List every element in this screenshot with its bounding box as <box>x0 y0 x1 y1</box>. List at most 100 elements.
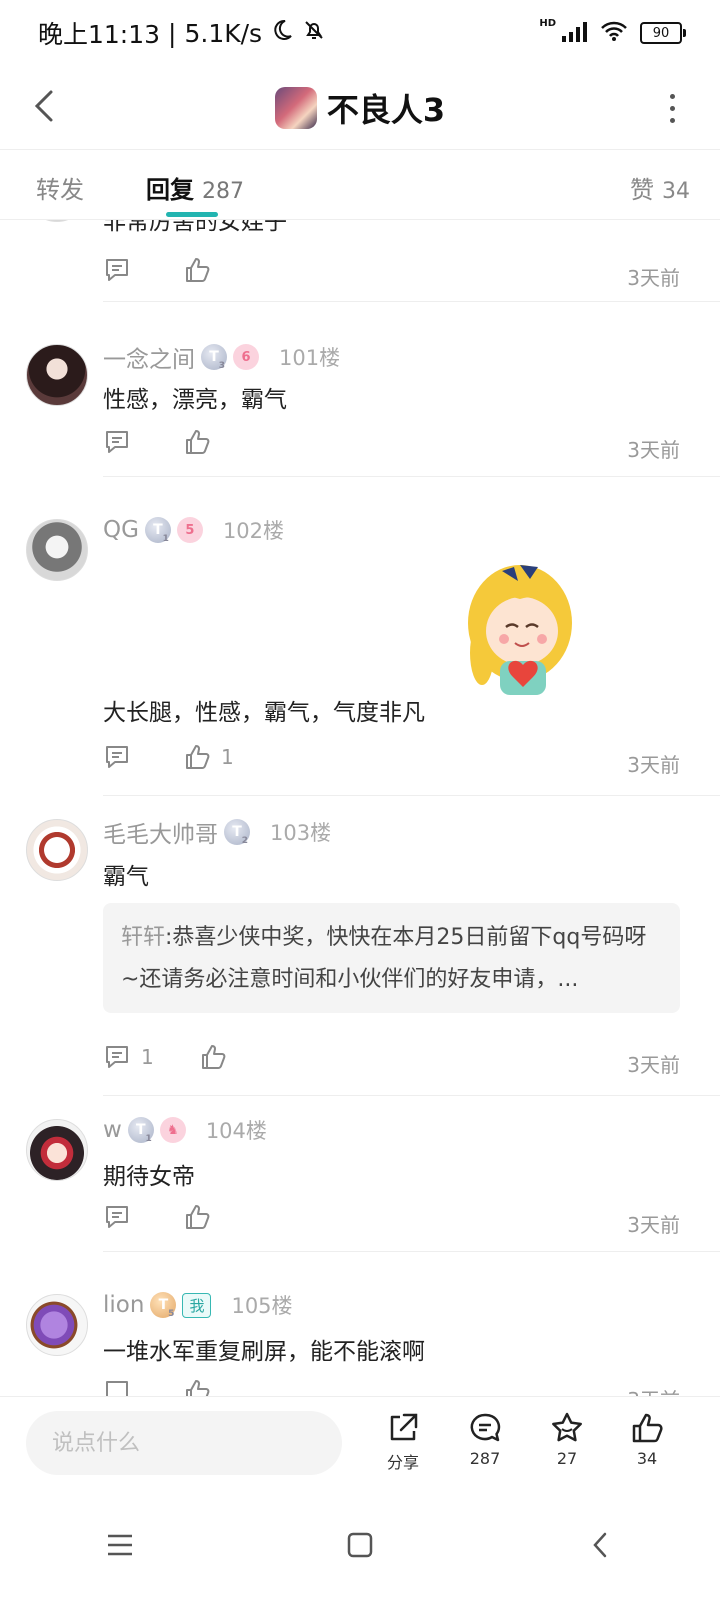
action-row: 3天前 <box>103 1203 680 1243</box>
comment-content: 霸气 <box>103 864 149 890</box>
action-row: 1 3天前 <box>103 743 680 783</box>
floor-number: 101楼 <box>279 346 341 370</box>
like-button[interactable] <box>183 256 211 284</box>
hd-indicator: HD <box>539 17 556 29</box>
reply-quote[interactable]: 轩轩:恭喜少侠中奖，快快在本月25日前留下qq号码呀~还请务必注意时间和小伙伴们… <box>103 903 680 1013</box>
favorite-button[interactable]: 27 <box>532 1411 602 1468</box>
comment-icon <box>106 431 128 453</box>
comments-button[interactable]: 287 <box>450 1411 520 1468</box>
reply-button[interactable] <box>103 428 131 456</box>
wifi-icon <box>600 19 628 48</box>
action-row: 1 3天前 <box>103 1043 680 1083</box>
avatar[interactable] <box>26 344 88 406</box>
more-options-button[interactable] <box>662 86 682 130</box>
tab-forward[interactable]: 转发 <box>36 170 84 205</box>
star-icon <box>552 1412 582 1442</box>
user-line: lion T5 我 105楼 <box>103 1290 293 1320</box>
like-post-button[interactable]: 34 <box>612 1411 682 1468</box>
level-badge: T2 <box>224 819 250 846</box>
thumbs-up-icon <box>186 1380 210 1396</box>
page-title: 不良人3 <box>326 90 446 129</box>
home-square-icon <box>347 1532 373 1558</box>
tab-like[interactable]: 赞 34 <box>630 170 690 205</box>
chevron-left-icon <box>34 90 53 122</box>
tab-reply[interactable]: 回复 287 <box>146 170 244 205</box>
signal-icon <box>562 19 588 48</box>
thumbs-up-icon <box>186 258 210 282</box>
status-bar: 晚上11:13 | 5.1K/s HD 90 <box>0 0 720 66</box>
username[interactable]: 一念之间 <box>103 340 195 374</box>
like-button[interactable] <box>183 1378 211 1396</box>
level-badge: T5 <box>150 1292 177 1319</box>
floor-number: 103楼 <box>270 821 332 845</box>
comment-time: 3天前 <box>627 1213 680 1237</box>
system-nav-bar <box>0 1490 720 1600</box>
home-button[interactable] <box>330 1515 390 1575</box>
reply-button[interactable] <box>103 256 131 284</box>
battery-icon: 90 <box>640 22 686 44</box>
comment-icon <box>106 1206 128 1228</box>
more-dot-icon <box>669 105 675 111</box>
like-button[interactable]: 1 <box>183 743 234 771</box>
user-line: 毛毛大帅哥 T2 103楼 <box>103 815 331 849</box>
avatar[interactable] <box>26 1119 88 1181</box>
reply-button[interactable] <box>103 743 131 771</box>
user-line: QG T1 5 102楼 <box>103 515 284 545</box>
status-separator: | <box>168 18 177 48</box>
username[interactable]: lion <box>103 1292 144 1318</box>
action-row: 3天前 <box>103 428 680 468</box>
floor-number: 102楼 <box>222 519 285 543</box>
username[interactable]: QG <box>103 517 139 543</box>
like-button[interactable] <box>183 1203 211 1231</box>
comment-input[interactable] <box>26 1411 342 1475</box>
avatar[interactable] <box>26 1294 88 1356</box>
avatar[interactable] <box>26 220 88 222</box>
tab-reply-count: 287 <box>202 179 244 204</box>
floor-number: 104楼 <box>205 1119 267 1143</box>
status-left: 晚上11:13 | 5.1K/s <box>38 15 326 51</box>
thumbs-up-icon <box>186 430 210 454</box>
comment-icon <box>106 1381 128 1396</box>
avatar[interactable] <box>26 519 88 581</box>
status-time: 晚上11:13 <box>38 20 161 49</box>
user-line: 一念之间 T3 6 101楼 <box>103 340 340 374</box>
tab-reply-label: 回复 <box>146 176 194 204</box>
title-wrap[interactable]: 不良人3 <box>274 85 446 131</box>
comments-count: 287 <box>469 1449 501 1468</box>
quote-username: 轩轩 <box>121 925 166 950</box>
like-button[interactable] <box>183 428 211 456</box>
like-button[interactable] <box>199 1043 227 1071</box>
username[interactable]: 毛毛大帅哥 <box>103 815 218 849</box>
share-button[interactable]: 分享 <box>368 1411 438 1473</box>
moon-icon <box>270 18 294 48</box>
reply-button[interactable] <box>103 1203 131 1231</box>
chibi-girl-sticker <box>468 565 572 695</box>
thumbs-up-icon <box>202 1045 226 1069</box>
reply-button[interactable]: 1 <box>103 1043 154 1071</box>
username[interactable]: w <box>103 1117 122 1143</box>
level-badge: T1 <box>127 1117 154 1144</box>
chevron-left-icon <box>593 1532 607 1558</box>
fan-badge: ♞ <box>159 1117 186 1143</box>
comment-icon <box>106 746 128 768</box>
title-bar: 不良人3 <box>0 66 720 150</box>
bottom-action-bar: 分享 287 27 34 <box>0 1396 720 1490</box>
recents-button[interactable] <box>90 1515 150 1575</box>
comment-time: 3天前 <box>627 753 680 777</box>
menu-icon <box>108 1534 132 1556</box>
comment-content: 非常厉害的女娃子 <box>103 220 287 235</box>
more-dot-icon <box>669 93 675 99</box>
divider <box>103 476 720 477</box>
action-row: 3天前 <box>103 256 680 296</box>
back-button[interactable] <box>24 82 64 130</box>
level-badge: T1 <box>144 517 171 544</box>
status-net-speed: 5.1K/s <box>184 18 263 48</box>
status-right: HD 90 <box>539 17 686 48</box>
thumbs-up-icon <box>186 1205 210 1229</box>
favorites-count: 27 <box>556 1449 578 1468</box>
reply-button[interactable] <box>103 1378 131 1396</box>
system-back-button[interactable] <box>570 1515 630 1575</box>
comment-icon <box>106 259 128 281</box>
avatar[interactable] <box>26 819 88 881</box>
comment-feed[interactable]: 非常厉害的女娃子 3天前 一念之间 T3 6 101楼 性感，漂亮，霸气 3天前… <box>0 220 720 1396</box>
